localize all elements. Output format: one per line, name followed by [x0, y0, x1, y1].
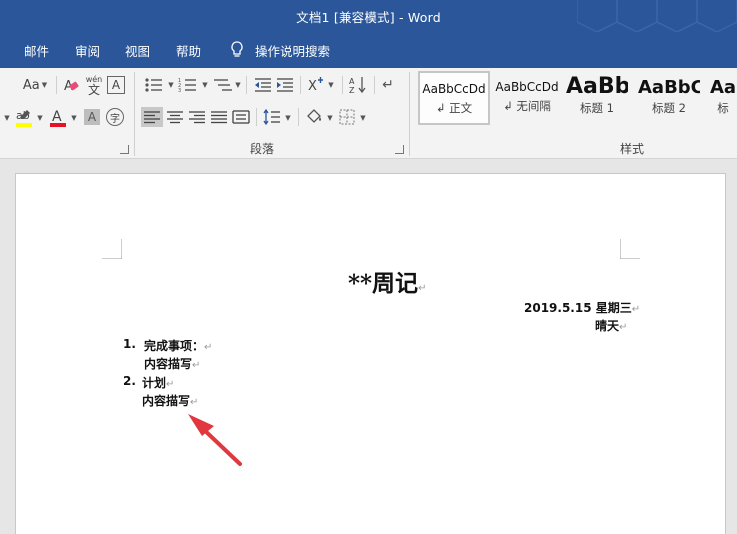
character-border-button[interactable]: A: [107, 76, 125, 94]
separator: [298, 108, 299, 126]
tab-review[interactable]: 审阅: [75, 41, 100, 60]
svg-text:A: A: [349, 77, 355, 86]
svg-text:3: 3: [178, 88, 181, 94]
lightbulb-icon[interactable]: [229, 40, 245, 60]
title-bar-pattern: [577, 0, 737, 32]
justify-icon[interactable]: [208, 107, 230, 127]
separator: [246, 76, 247, 94]
line-spacing-icon[interactable]: [262, 107, 282, 127]
highlight-dropdown[interactable]: ▼: [34, 109, 44, 127]
svg-text:A: A: [52, 109, 62, 125]
show-marks-button[interactable]: ↵: [380, 76, 396, 94]
svg-text:X: X: [308, 79, 317, 94]
separator: [56, 76, 57, 94]
ribbon-tabs: 邮件 审阅 视图 帮助 操作说明搜索: [0, 32, 737, 68]
bullets-dropdown[interactable]: ▼: [165, 76, 175, 94]
bullets-icon[interactable]: [144, 76, 166, 94]
numbering-icon[interactable]: 123: [178, 76, 200, 94]
style-heading-2[interactable]: AaBbC 标题 2: [638, 71, 700, 125]
style-heading-3[interactable]: Aa 标: [709, 71, 737, 125]
align-right-icon[interactable]: [186, 107, 208, 127]
document-page[interactable]: **周记↵ 2019.5.15 星期三↵ 晴天↵ 1. 完成事项：↵ 内容描写↵…: [16, 174, 725, 534]
chinese-layout-icon[interactable]: X: [306, 76, 326, 94]
shading-dropdown[interactable]: ▼: [324, 109, 334, 127]
chinese-layout-dropdown[interactable]: ▼: [325, 76, 335, 94]
borders-dropdown[interactable]: ▼: [357, 109, 367, 127]
align-left-icon[interactable]: [141, 107, 163, 127]
shading-icon[interactable]: [304, 106, 324, 128]
separator: [134, 72, 135, 156]
font-color-dropdown[interactable]: ▼: [68, 109, 78, 127]
tab-help[interactable]: 帮助: [176, 41, 201, 60]
text-effects-dropdown[interactable]: ▼: [0, 109, 12, 127]
font-color-icon[interactable]: A: [48, 107, 68, 129]
paragraph-group-label: 段落: [250, 142, 275, 156]
tab-view[interactable]: 视图: [125, 41, 150, 60]
multilevel-list-dropdown[interactable]: ▼: [232, 76, 242, 94]
separator: [256, 108, 257, 126]
title-bar: 文档1 [兼容模式] - Word: [0, 0, 737, 32]
tell-me-search[interactable]: 操作说明搜索: [255, 41, 330, 60]
font-dialog-launcher[interactable]: [120, 145, 129, 154]
align-center-icon[interactable]: [164, 107, 186, 127]
separator: [409, 72, 410, 156]
style-normal[interactable]: AaBbCcDd ↲ 正文: [418, 71, 490, 125]
annotation-arrow-icon: [188, 414, 242, 466]
style-no-spacing[interactable]: AaBbCcDd ↲ 无间隔: [492, 71, 562, 125]
clear-formatting-icon[interactable]: A: [62, 76, 80, 94]
style-heading-1[interactable]: AaBb 标题 1: [566, 71, 628, 125]
enclose-characters-button[interactable]: 字: [106, 108, 124, 126]
distributed-icon[interactable]: [230, 107, 252, 127]
phonetic-guide-button[interactable]: wén 文: [84, 73, 104, 97]
separator: [300, 76, 301, 94]
increase-indent-icon[interactable]: [275, 76, 295, 94]
separator: [374, 76, 375, 94]
styles-group-label: 样式: [620, 142, 645, 156]
separator: [342, 76, 343, 94]
highlight-icon[interactable]: ab: [14, 107, 34, 129]
multilevel-list-icon[interactable]: [212, 76, 234, 94]
svg-text:Z: Z: [349, 86, 355, 95]
paragraph-dialog-launcher[interactable]: [395, 145, 404, 154]
borders-icon[interactable]: [338, 108, 356, 126]
change-case-button[interactable]: Aa ▼: [18, 76, 52, 94]
sort-icon[interactable]: A Z: [348, 75, 368, 95]
line-spacing-dropdown[interactable]: ▼: [282, 109, 292, 127]
tab-mailings[interactable]: 邮件: [24, 41, 49, 60]
ribbon: Aa▼ A wén 文 A ▼ ab ▼ A ▼ A 字 ▼ 123 ▼ ▼: [0, 68, 737, 159]
decrease-indent-icon[interactable]: [253, 76, 273, 94]
numbering-dropdown[interactable]: ▼: [199, 76, 209, 94]
character-shading-button[interactable]: A: [84, 109, 100, 125]
